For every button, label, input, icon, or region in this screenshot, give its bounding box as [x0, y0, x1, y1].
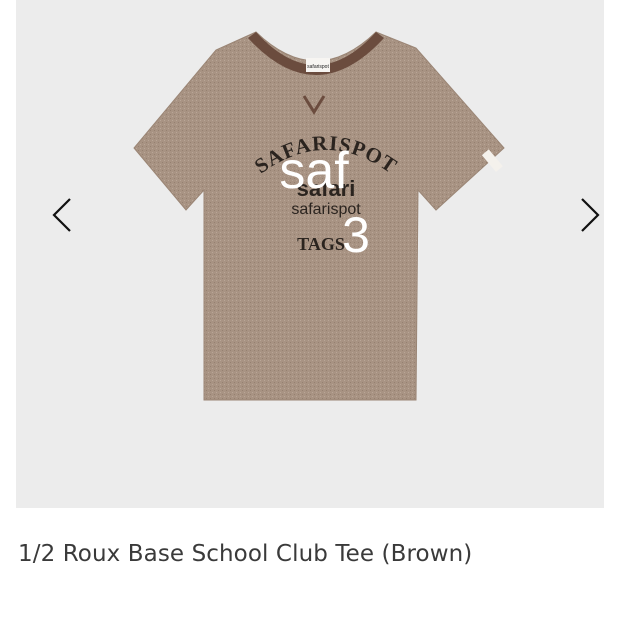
previous-image-button[interactable]	[42, 190, 82, 240]
product-image: safarispot SAFARISPOT safari safarispot …	[116, 20, 536, 410]
product-image-gallery[interactable]: safarispot SAFARISPOT safari safarispot …	[16, 0, 604, 508]
svg-text:safarispot: safarispot	[307, 64, 329, 70]
svg-text:3: 3	[342, 207, 370, 263]
next-image-button[interactable]	[570, 190, 610, 240]
product-title: 1/2 Roux Base School Club Tee (Brown)	[18, 541, 473, 567]
svg-text:TAGS: TAGS	[297, 234, 345, 254]
chevron-left-icon	[52, 198, 71, 232]
svg-text:saf: saf	[279, 142, 349, 200]
chevron-right-icon	[581, 198, 600, 232]
